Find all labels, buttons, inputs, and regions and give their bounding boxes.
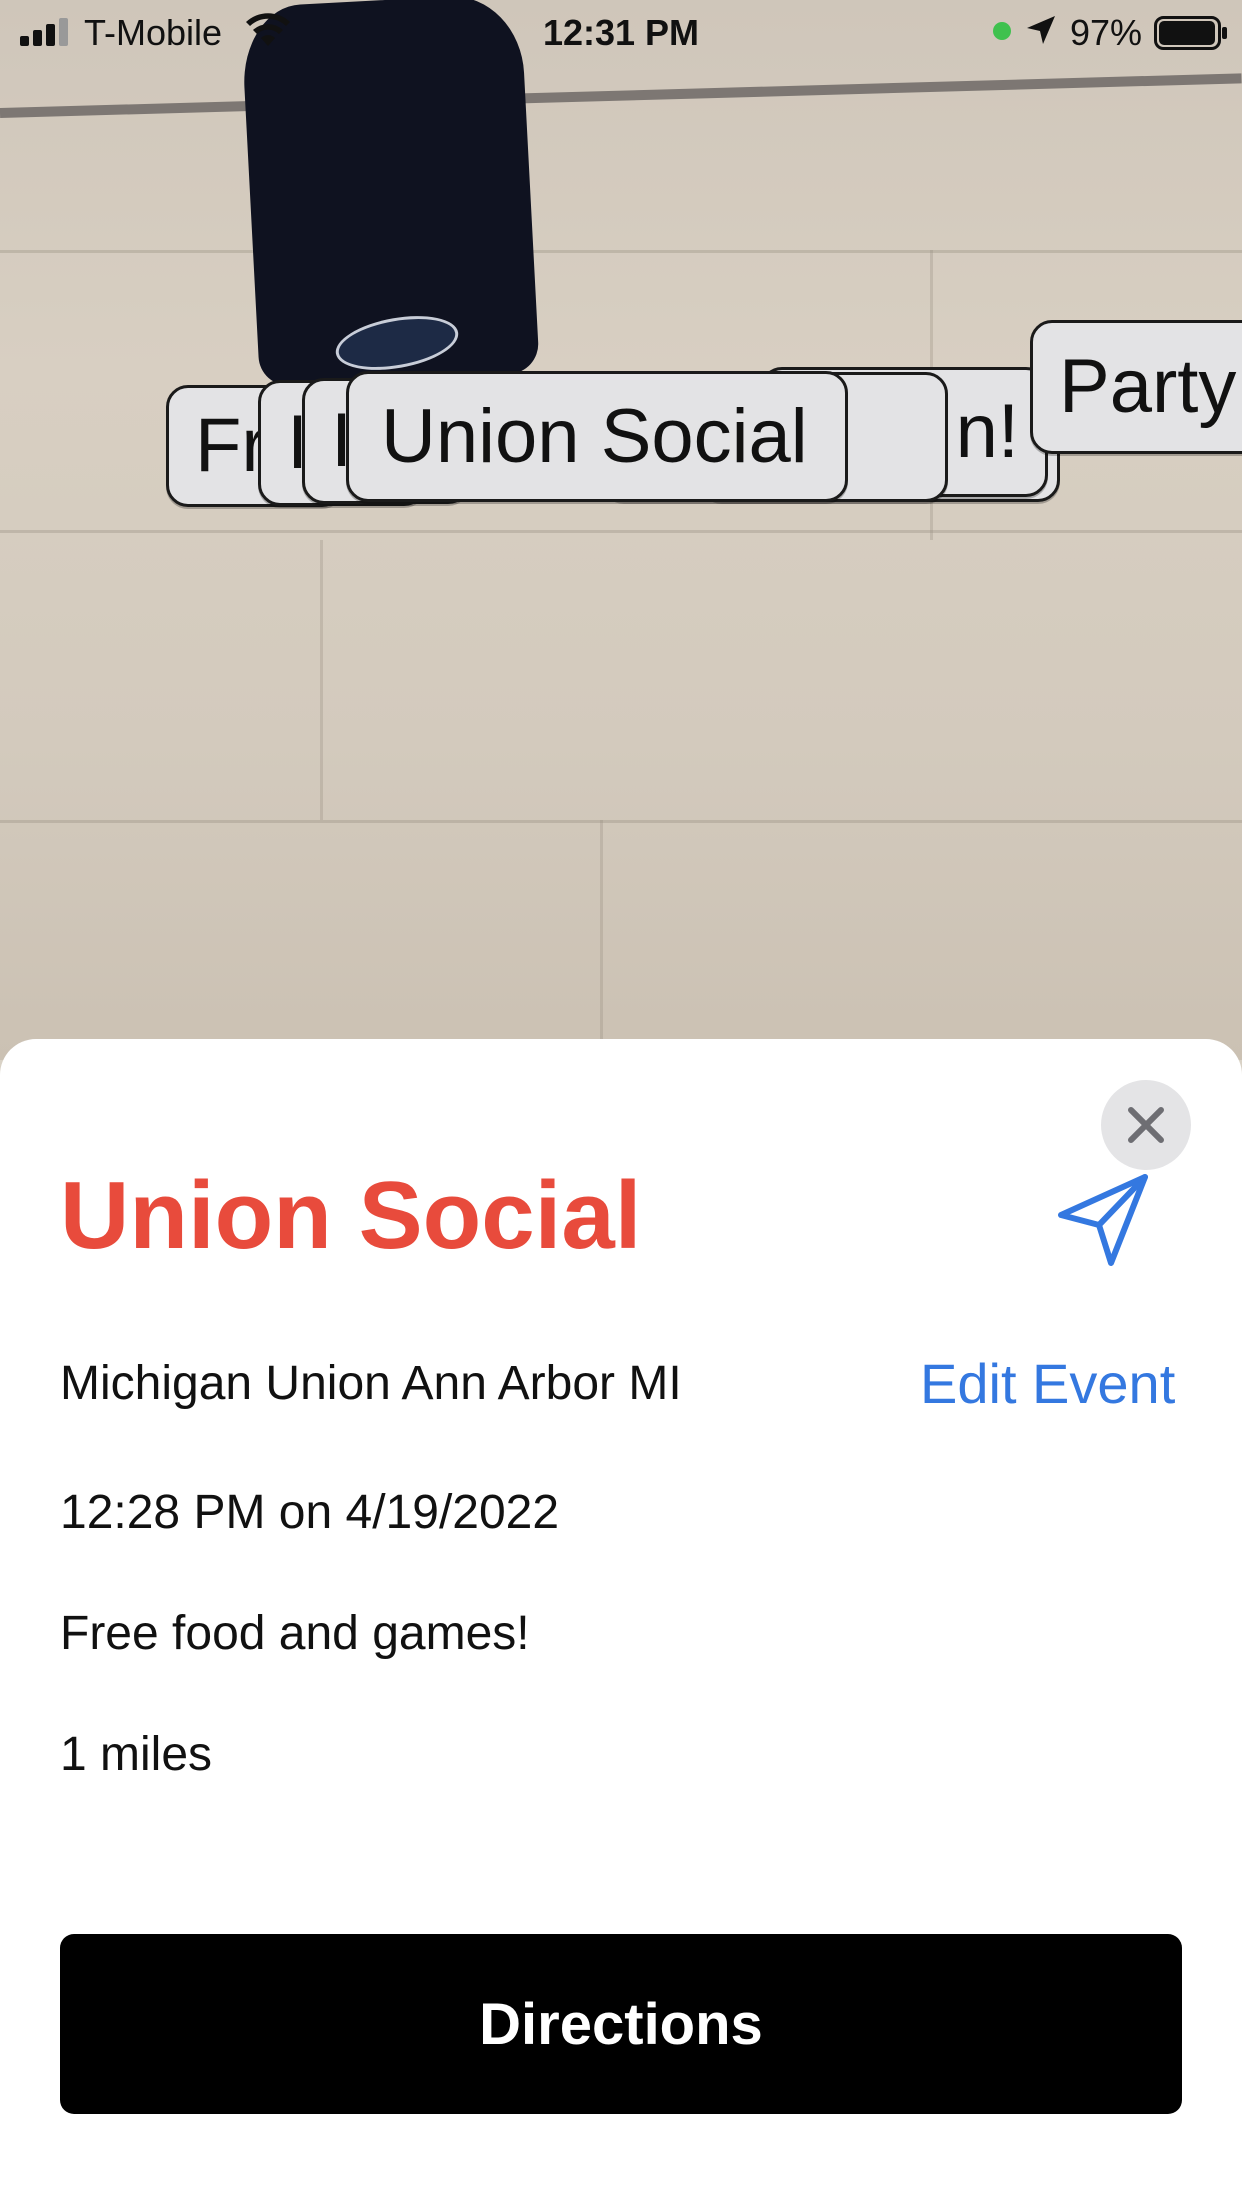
ar-tag-label: n!: [955, 389, 1019, 474]
ar-tag-label: Fr: [195, 403, 267, 488]
event-description: Free food and games!: [60, 1607, 530, 1660]
event-title: Union Social: [60, 1162, 642, 1269]
close-button[interactable]: [1101, 1080, 1191, 1170]
send-icon[interactable]: [1055, 1173, 1151, 1269]
privacy-indicator-dot: [993, 22, 1011, 40]
battery-percentage: 97%: [1070, 12, 1143, 53]
wall-line: [600, 820, 603, 1060]
wall-line: [0, 250, 1242, 253]
close-icon: [1128, 1107, 1164, 1143]
event-datetime: 12:28 PM on 4/19/2022: [60, 1486, 560, 1539]
battery-icon: [1154, 16, 1227, 50]
edit-event-link[interactable]: Edit Event: [920, 1353, 1175, 1415]
ar-tag[interactable]: Party: [1030, 320, 1242, 454]
ar-tag-union-social[interactable]: Union Social: [346, 371, 848, 502]
event-location: Michigan Union Ann Arbor MI: [60, 1357, 682, 1410]
status-bar: T-Mobile 12:31 PM 97%: [0, 0, 1242, 62]
directions-button[interactable]: Directions: [60, 1934, 1182, 2114]
ar-tag-label: Party: [1059, 344, 1237, 429]
wall-line: [320, 540, 323, 820]
wall-line: [0, 820, 1242, 823]
ar-camera-view: Fr un I I n! Party Union Social: [0, 0, 1242, 1060]
wall-line: [0, 530, 1242, 533]
location-arrow-icon: [1027, 16, 1055, 44]
event-distance: 1 miles: [60, 1728, 213, 1781]
wire: [0, 73, 1242, 118]
ar-tag-label: Union Social: [381, 393, 808, 479]
